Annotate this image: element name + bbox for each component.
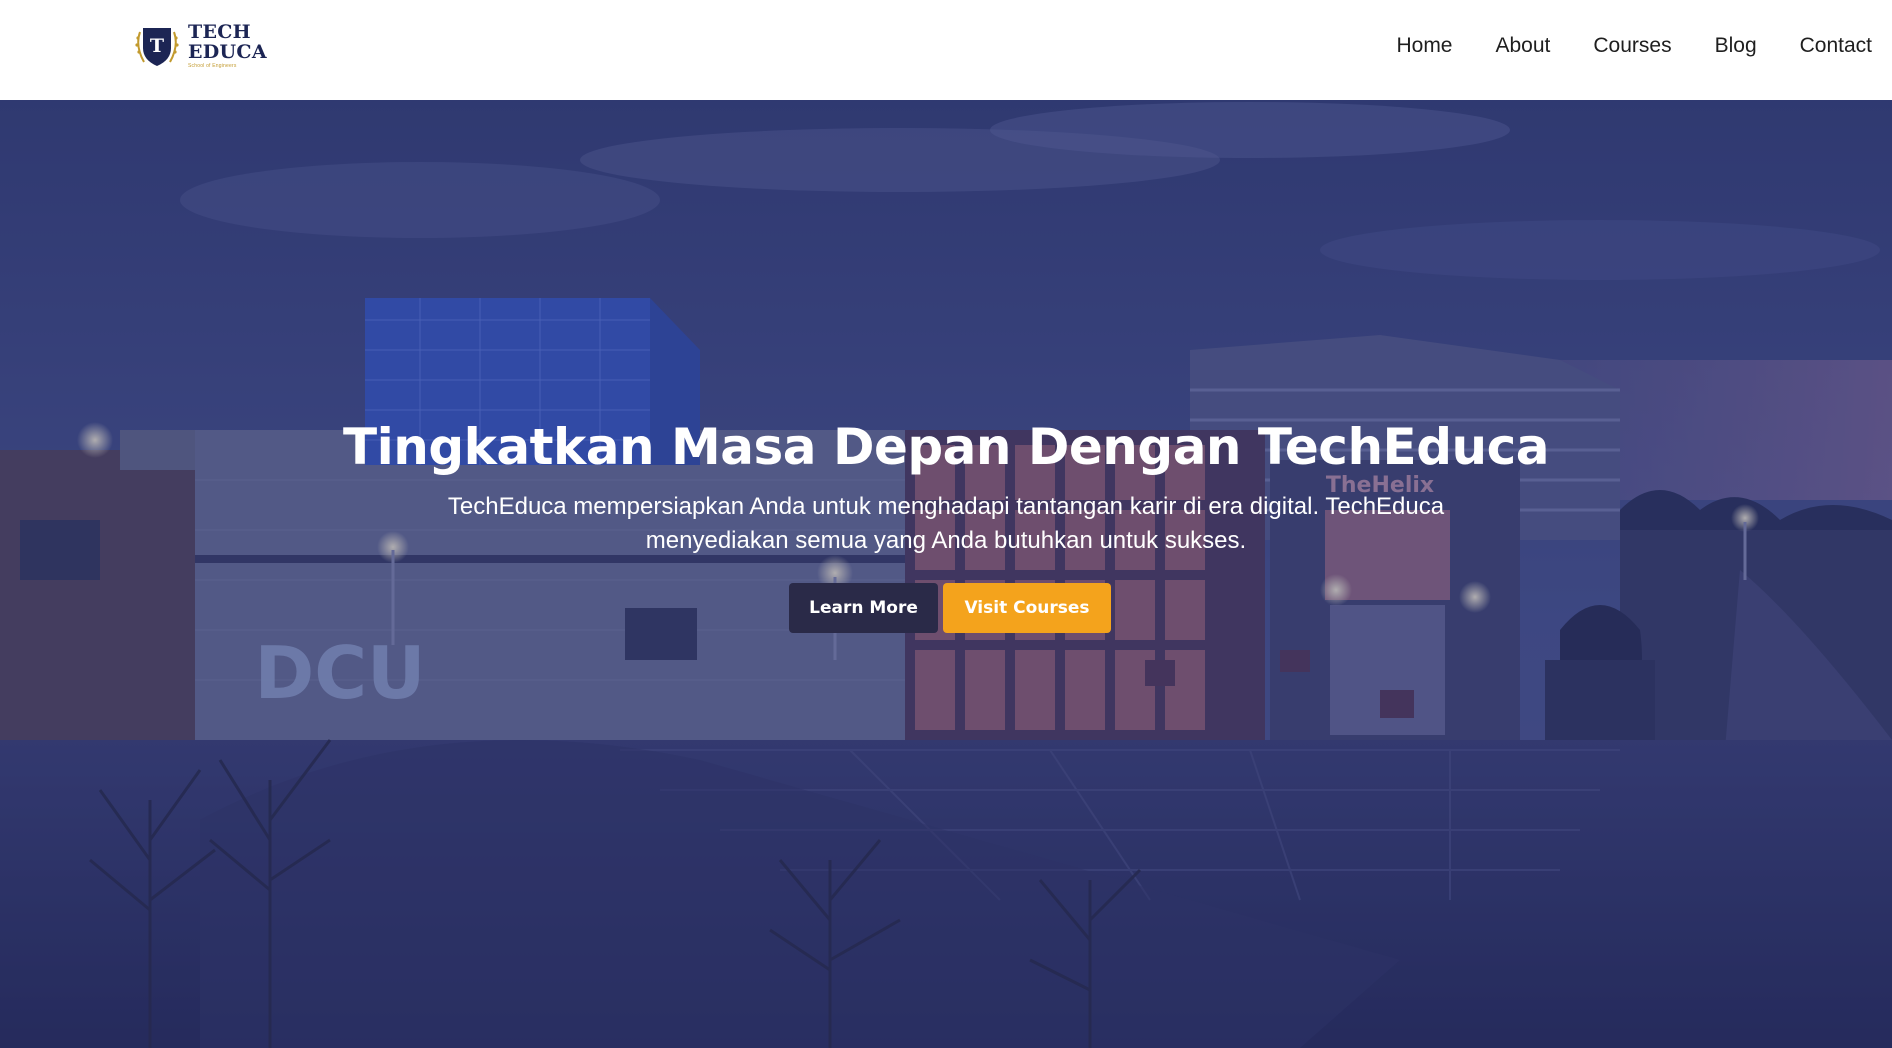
nav-blog[interactable]: Blog (1715, 34, 1757, 58)
techeduca-logo[interactable]: T TECH EDUCA School of Engineers (134, 20, 267, 72)
shield-icon: T (134, 22, 180, 70)
hero-overlay (0, 100, 1892, 1048)
top-navbar: T TECH EDUCA School of Engineers Home Ab… (0, 0, 1892, 100)
nav-contact[interactable]: Contact (1800, 34, 1872, 58)
nav-home[interactable]: Home (1396, 34, 1452, 58)
logo-tagline: School of Engineers (188, 63, 237, 69)
hero-section: TheHelix DCU Tingkatkan Masa Depan Denga… (0, 100, 1892, 1048)
shield-letter: T (150, 35, 164, 57)
main-nav: Home About Courses Blog Contact (1353, 34, 1872, 58)
hero-cta-group: Learn More Visit Courses (789, 583, 1111, 633)
visit-courses-button[interactable]: Visit Courses (943, 583, 1111, 633)
hero-description: TechEduca mempersiapkan Anda untuk mengh… (447, 493, 1445, 554)
logo-line-1: TECH (188, 21, 251, 43)
logo-line-2: EDUCA (188, 41, 267, 63)
hero-title: Tingkatkan Masa Depan Dengan TechEduca (343, 418, 1549, 476)
nav-courses[interactable]: Courses (1593, 34, 1671, 58)
logo-wordmark: TECH EDUCA School of Engineers (188, 23, 267, 69)
nav-about[interactable]: About (1496, 34, 1551, 58)
learn-more-button[interactable]: Learn More (789, 583, 938, 633)
